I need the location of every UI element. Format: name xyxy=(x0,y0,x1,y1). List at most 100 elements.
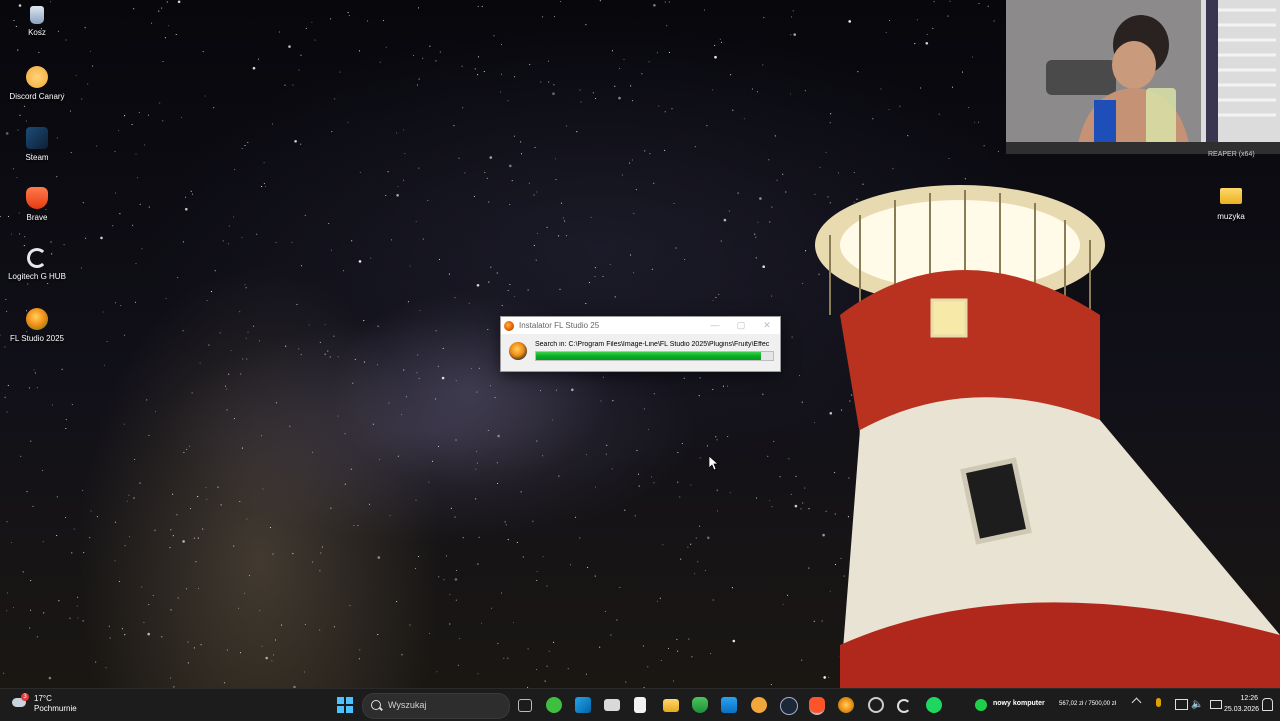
star xyxy=(154,529,156,531)
star xyxy=(200,644,202,646)
maximize-button[interactable]: ▢ xyxy=(728,317,754,334)
star xyxy=(507,289,509,292)
chrome-icon[interactable] xyxy=(868,697,884,713)
star xyxy=(438,576,440,578)
star xyxy=(261,645,263,647)
star xyxy=(762,64,764,66)
store-icon[interactable] xyxy=(721,697,737,713)
star xyxy=(925,42,929,45)
star xyxy=(151,22,153,24)
clock[interactable]: 12:26 25.03.2026 xyxy=(1224,693,1259,715)
star xyxy=(417,7,420,9)
installer-dialog[interactable]: Instalator FL Studio 25 — ▢ ✕ Search in:… xyxy=(500,316,781,372)
star xyxy=(436,671,438,673)
minimize-button[interactable]: — xyxy=(702,317,728,334)
star xyxy=(634,515,636,517)
file-explorer-icon[interactable] xyxy=(663,699,679,712)
star xyxy=(699,377,701,379)
star xyxy=(712,299,714,302)
star xyxy=(385,194,387,197)
star xyxy=(30,609,32,611)
star xyxy=(481,622,483,624)
mail-tray-icon[interactable] xyxy=(1210,700,1222,709)
xbox-icon[interactable] xyxy=(546,697,562,713)
desktop-icon-fl-studio[interactable]: FL Studio 2025 xyxy=(0,308,74,344)
star xyxy=(675,247,677,249)
star xyxy=(769,500,771,502)
desktop-icon-steam[interactable]: Steam xyxy=(0,127,74,163)
desktop-icon-label: Discord Canary xyxy=(9,92,65,101)
discord-canary-icon[interactable] xyxy=(751,697,767,713)
start-button[interactable] xyxy=(337,697,353,713)
star xyxy=(885,31,887,33)
star xyxy=(272,553,274,555)
close-button[interactable]: ✕ xyxy=(754,317,780,334)
recycle-bin-icon xyxy=(30,6,44,24)
star xyxy=(377,325,379,327)
star xyxy=(579,537,581,539)
star xyxy=(213,107,215,109)
star xyxy=(520,153,523,155)
star xyxy=(379,459,381,461)
fl-studio-icon[interactable] xyxy=(838,697,854,713)
network-icon[interactable] xyxy=(1175,699,1188,710)
star xyxy=(158,10,160,12)
microphone-icon[interactable] xyxy=(1156,698,1161,707)
goal-widget[interactable]: nowy komputer 567,02 zł / 7500,00 zł xyxy=(975,698,1125,712)
star xyxy=(58,600,60,602)
star xyxy=(475,498,477,500)
vscode-icon[interactable] xyxy=(575,697,591,713)
star xyxy=(599,646,601,648)
star xyxy=(594,486,597,488)
star xyxy=(658,105,660,107)
star xyxy=(716,489,718,491)
star xyxy=(830,113,832,115)
star xyxy=(47,283,49,285)
desktop-icon-muzyka[interactable]: muzyka xyxy=(1194,188,1268,222)
star xyxy=(135,153,137,155)
star xyxy=(651,268,653,270)
star xyxy=(359,649,361,651)
dialog-titlebar[interactable]: Instalator FL Studio 25 — ▢ ✕ xyxy=(501,317,780,334)
logitech-ghub-icon[interactable] xyxy=(897,699,911,713)
star xyxy=(331,131,333,133)
star xyxy=(132,224,134,226)
star xyxy=(698,395,700,397)
desktop-icon-label: muzyka xyxy=(1217,212,1245,221)
spotify-icon[interactable] xyxy=(926,697,942,713)
star xyxy=(416,372,418,374)
steam-icon[interactable] xyxy=(780,697,798,715)
star xyxy=(553,16,556,18)
star xyxy=(344,433,346,435)
star xyxy=(30,580,32,582)
mail-icon[interactable] xyxy=(604,699,620,711)
notepad-icon[interactable] xyxy=(634,697,646,713)
star xyxy=(443,579,445,581)
notifications-icon[interactable] xyxy=(1262,698,1273,711)
volume-icon[interactable]: 🔈 xyxy=(1191,699,1203,710)
chevron-up-icon[interactable] xyxy=(1131,697,1142,708)
star xyxy=(759,197,762,200)
star xyxy=(540,81,542,83)
brave-beta-icon[interactable] xyxy=(692,697,708,713)
desktop-icon-discord-canary[interactable]: Discord Canary xyxy=(0,66,74,102)
star xyxy=(668,51,670,53)
star xyxy=(706,445,708,447)
star xyxy=(483,71,485,73)
task-view-icon[interactable] xyxy=(518,699,532,712)
desktop-icon-logitech-g-hub[interactable]: Logitech G HUB xyxy=(0,248,74,282)
star xyxy=(348,14,350,17)
desktop-icon-recycle-bin[interactable]: Kosz xyxy=(0,6,74,38)
star xyxy=(606,444,608,446)
star xyxy=(938,113,940,115)
star xyxy=(642,645,644,647)
star xyxy=(546,665,548,667)
star xyxy=(771,206,773,208)
brave-icon[interactable] xyxy=(809,697,825,715)
star xyxy=(659,597,661,599)
taskbar-search[interactable]: Wyszukaj xyxy=(362,693,510,719)
star xyxy=(304,214,306,216)
star xyxy=(109,637,111,639)
star xyxy=(343,270,345,272)
desktop-icon-brave[interactable]: Brave xyxy=(0,187,74,223)
